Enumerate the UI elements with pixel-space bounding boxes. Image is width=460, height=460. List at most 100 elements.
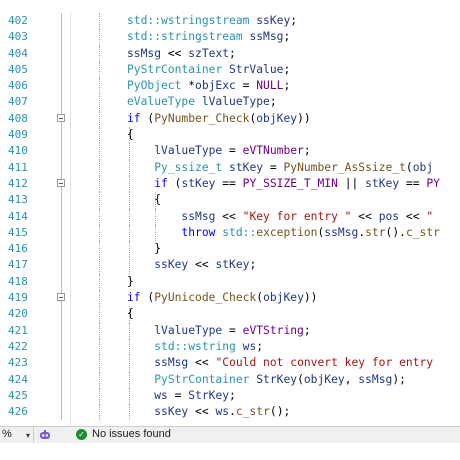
- code-token: )): [303, 291, 318, 305]
- code-token: ;: [256, 339, 264, 353]
- code-line[interactable]: PyStrContainer StrValue;: [71, 61, 460, 79]
- code-token: stringstream: [161, 30, 243, 44]
- code-text: PyObject *objExc = NULL;: [127, 78, 290, 94]
- code-line[interactable]: PyStrContainer StrKey(objKey, ssMsg);: [71, 371, 460, 388]
- indent-guide: [99, 159, 100, 176]
- zoom-dropdown[interactable]: % ▾: [0, 427, 34, 443]
- code-token: ;: [303, 144, 311, 158]
- code-token: std::: [127, 30, 162, 44]
- gutter-row: 424: [0, 371, 70, 388]
- collapse-minus-icon[interactable]: [57, 293, 65, 302]
- code-line[interactable]: {: [71, 127, 460, 144]
- issues-status-label[interactable]: No issues found: [92, 427, 171, 442]
- code-line[interactable]: PyObject *objExc = NULL;: [71, 78, 460, 95]
- code-line[interactable]: lValueType = eVTNumber;: [71, 143, 460, 160]
- indent-guide: [99, 306, 100, 323]
- code-text: {: [127, 306, 134, 322]
- gutter-row: 409: [0, 127, 70, 144]
- code-token: exception: [256, 225, 318, 239]
- fold-guide-line: [61, 241, 62, 258]
- code-text: std::stringstream ssMsg;: [127, 29, 290, 45]
- code-text: lValueType = eVTString;: [127, 323, 310, 339]
- code-text: }: [127, 274, 134, 290]
- gutter-row: 412: [0, 175, 70, 193]
- code-line[interactable]: lValueType = eVTString;: [71, 322, 460, 339]
- code-line[interactable]: ssMsg << "Key for entry " << pos << ": [71, 208, 460, 225]
- code-line[interactable]: if (PyNumber_Check(objKey)): [71, 110, 460, 128]
- code-text: ssMsg << szText;: [127, 46, 236, 62]
- code-token: <<: [188, 258, 216, 272]
- indent-guide: [99, 110, 100, 128]
- bottom-blank-strip: [0, 443, 460, 460]
- line-number: 426: [8, 405, 28, 419]
- code-line[interactable]: }: [71, 241, 460, 258]
- code-token: )): [297, 111, 311, 125]
- indent-guide: [99, 322, 100, 339]
- copilot-icon[interactable]: [39, 429, 51, 441]
- code-line[interactable]: ssMsg << "Could not convert key for entr…: [71, 355, 460, 372]
- code-line[interactable]: std::stringstream ssMsg;: [71, 29, 460, 46]
- line-number: 424: [8, 372, 28, 386]
- code-text: std::wstringstream ssKey;: [127, 13, 297, 29]
- code-line[interactable]: if (stKey == PY_SSIZE_T_MIN || stKey == …: [71, 175, 460, 193]
- code-text: Py_ssize_t stKey = PyNumber_AsSsize_t(ob…: [127, 160, 433, 176]
- indent-guide: [99, 45, 100, 62]
- line-number: 416: [8, 242, 28, 256]
- code-token: ,: [344, 372, 359, 386]
- code-text: PyStrContainer StrKey(objKey, ssMsg);: [127, 372, 406, 388]
- code-token: std::: [222, 225, 257, 239]
- code-token: ;: [269, 95, 277, 109]
- collapse-minus-icon[interactable]: [57, 178, 65, 187]
- gutter-row: 406: [0, 78, 70, 95]
- code-editor[interactable]: 402 403 404 405 406 407 408 409 410 411 412 413 414 4…: [0, 0, 460, 426]
- code-token: ;: [229, 46, 236, 60]
- code-line[interactable]: {: [71, 192, 460, 209]
- code-line[interactable]: ssMsg << szText;: [71, 45, 460, 62]
- code-token: ws: [215, 405, 230, 419]
- indent-guide: [99, 127, 100, 144]
- fold-guide-line: [61, 61, 62, 79]
- collapse-minus-icon[interactable]: [57, 113, 65, 122]
- code-token: =: [235, 79, 257, 93]
- code-line[interactable]: ssKey << ws.c_str();: [71, 404, 460, 421]
- code-line[interactable]: ssKey << stKey;: [71, 257, 460, 274]
- code-token: eVTNumber: [242, 144, 304, 158]
- indent-guide: [99, 175, 100, 193]
- code-token: c_str: [405, 225, 440, 239]
- indent-guide: [99, 355, 100, 372]
- code-token: ==: [399, 176, 427, 190]
- code-line[interactable]: {: [71, 306, 460, 323]
- code-line[interactable]: throw std::exception(ssMsg.str().c_str: [71, 224, 460, 242]
- code-token: (: [297, 372, 304, 386]
- gutter-row: 414: [0, 208, 70, 225]
- indent-guide: [99, 387, 100, 405]
- code-line[interactable]: eValueType lValueType;: [71, 94, 460, 111]
- code-line[interactable]: ws = StrKey;: [71, 387, 460, 405]
- code-token: lValueType: [154, 323, 223, 337]
- code-token: PyObject: [127, 79, 182, 93]
- code-line[interactable]: }: [71, 273, 460, 291]
- code-token: (: [167, 176, 182, 190]
- code-line[interactable]: if (PyUnicode_Check(objKey)): [71, 290, 460, 307]
- code-token: ;: [249, 258, 257, 272]
- zoom-value: %: [2, 428, 12, 440]
- code-token: ;: [283, 62, 291, 76]
- line-number: 409: [8, 128, 28, 142]
- code-line[interactable]: std::wstringstream ssKey;: [71, 13, 460, 30]
- line-number: 418: [8, 274, 28, 288]
- code-token: ws: [154, 388, 168, 402]
- code-text: std::wstring ws;: [127, 339, 263, 355]
- code-area[interactable]: std::wstringstream ssKey; std::stringstre…: [71, 13, 460, 426]
- indent-guide: [99, 78, 100, 95]
- check-circle-icon[interactable]: ✓: [76, 429, 87, 440]
- code-token: =: [167, 388, 189, 402]
- code-line[interactable]: std::wstring ws;: [71, 338, 460, 356]
- code-line[interactable]: Py_ssize_t stKey = PyNumber_AsSsize_t(ob…: [71, 159, 460, 176]
- line-number: 410: [8, 144, 28, 158]
- code-token: lValueType: [201, 95, 270, 109]
- code-token: objKey: [303, 372, 345, 386]
